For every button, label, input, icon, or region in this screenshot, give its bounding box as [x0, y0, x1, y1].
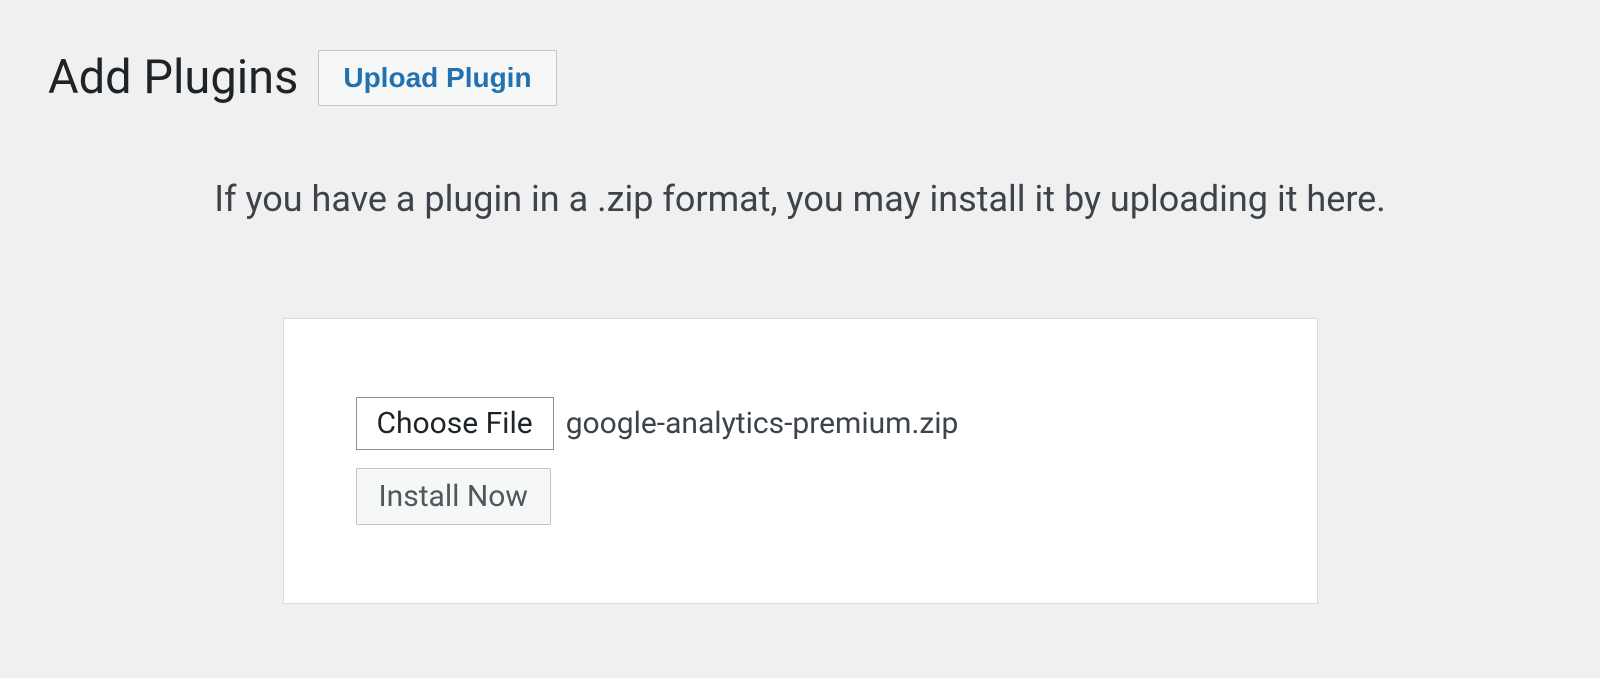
- page-title: Add Plugins: [48, 50, 298, 106]
- page-header: Add Plugins Upload Plugin: [48, 50, 1552, 106]
- choose-file-button[interactable]: Choose File: [356, 397, 554, 450]
- upload-plugin-button[interactable]: Upload Plugin: [318, 50, 556, 106]
- install-now-button[interactable]: Install Now: [356, 468, 551, 525]
- page-wrap: Add Plugins Upload Plugin If you have a …: [0, 0, 1600, 604]
- upload-help-text: If you have a plugin in a .zip format, y…: [48, 176, 1552, 223]
- upload-form: Choose File google-analytics-premium.zip…: [283, 318, 1318, 604]
- selected-file-name: google-analytics-premium.zip: [566, 406, 959, 441]
- file-input-row: Choose File google-analytics-premium.zip: [356, 397, 1245, 450]
